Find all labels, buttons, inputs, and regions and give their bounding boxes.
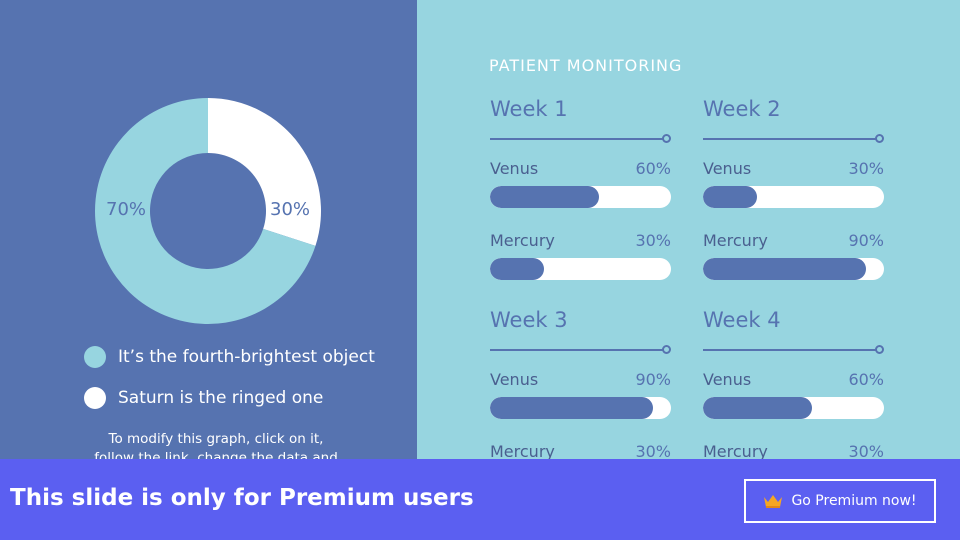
metric-row: Venus 90% — [490, 369, 671, 419]
progress-fill — [490, 258, 545, 280]
progress-fill — [703, 258, 866, 280]
progress-track — [490, 397, 671, 419]
donut-slice-30[interactable] — [208, 98, 321, 246]
metric-value: 60% — [635, 159, 671, 178]
week-divider — [703, 134, 884, 144]
metric-row: Mercury 30% — [490, 230, 671, 280]
metric-value: 30% — [848, 159, 884, 178]
week-2-card: Week 2 Venus 30% Mercury 90% — [703, 95, 884, 280]
legend-dot-icon — [84, 387, 106, 409]
circle-end-icon — [875, 134, 884, 143]
metric-row: Venus 60% — [490, 158, 671, 208]
metric-value: 90% — [635, 370, 671, 389]
metric-value: 30% — [635, 231, 671, 250]
go-premium-button[interactable]: Go Premium now! — [744, 479, 936, 523]
circle-end-icon — [662, 134, 671, 143]
donut-label-70: 70% — [106, 199, 147, 220]
progress-track — [490, 258, 671, 280]
metric-name: Mercury — [490, 231, 555, 250]
legend-item-1: It’s the fourth-brightest object — [84, 346, 375, 368]
progress-track — [703, 397, 884, 419]
progress-track — [703, 186, 884, 208]
progress-fill — [490, 397, 653, 419]
progress-fill — [490, 186, 599, 208]
metric-name: Mercury — [703, 231, 768, 250]
metric-value: 90% — [848, 231, 884, 250]
legend-label: It’s the fourth-brightest object — [118, 347, 375, 367]
progress-fill — [703, 186, 758, 208]
note-line: To modify this graph, click on it, — [108, 431, 324, 447]
week-1-card: Week 1 Venus 60% Mercury 30% — [490, 95, 671, 280]
week-divider — [490, 345, 671, 355]
week-title: Week 4 — [703, 308, 781, 332]
progress-track — [490, 186, 671, 208]
progress-track — [703, 258, 884, 280]
metric-name: Venus — [703, 159, 752, 178]
metric-name: Venus — [490, 159, 539, 178]
week-divider — [490, 134, 671, 144]
go-premium-label: Go Premium now! — [791, 493, 917, 509]
week-divider — [703, 345, 884, 355]
legend-item-2: Saturn is the ringed one — [84, 387, 323, 409]
metric-row: Mercury 90% — [703, 230, 884, 280]
metric-row: Venus 60% — [703, 369, 884, 419]
banner-text: This slide is only for Premium users — [10, 485, 474, 511]
metric-value: 60% — [848, 370, 884, 389]
legend-dot-icon — [84, 346, 106, 368]
donut-label-30: 30% — [270, 199, 311, 220]
week-title: Week 3 — [490, 308, 568, 332]
section-title: PATIENT MONITORING — [489, 56, 683, 75]
premium-banner: This slide is only for Premium users Go … — [0, 459, 960, 540]
crown-icon — [764, 495, 783, 508]
circle-end-icon — [662, 345, 671, 354]
metric-name: Venus — [490, 370, 539, 389]
week-title: Week 2 — [703, 97, 781, 121]
metric-name: Venus — [703, 370, 752, 389]
legend-label: Saturn is the ringed one — [118, 388, 324, 408]
metric-row: Venus 30% — [703, 158, 884, 208]
circle-end-icon — [875, 345, 884, 354]
week-title: Week 1 — [490, 97, 568, 121]
progress-fill — [703, 397, 812, 419]
